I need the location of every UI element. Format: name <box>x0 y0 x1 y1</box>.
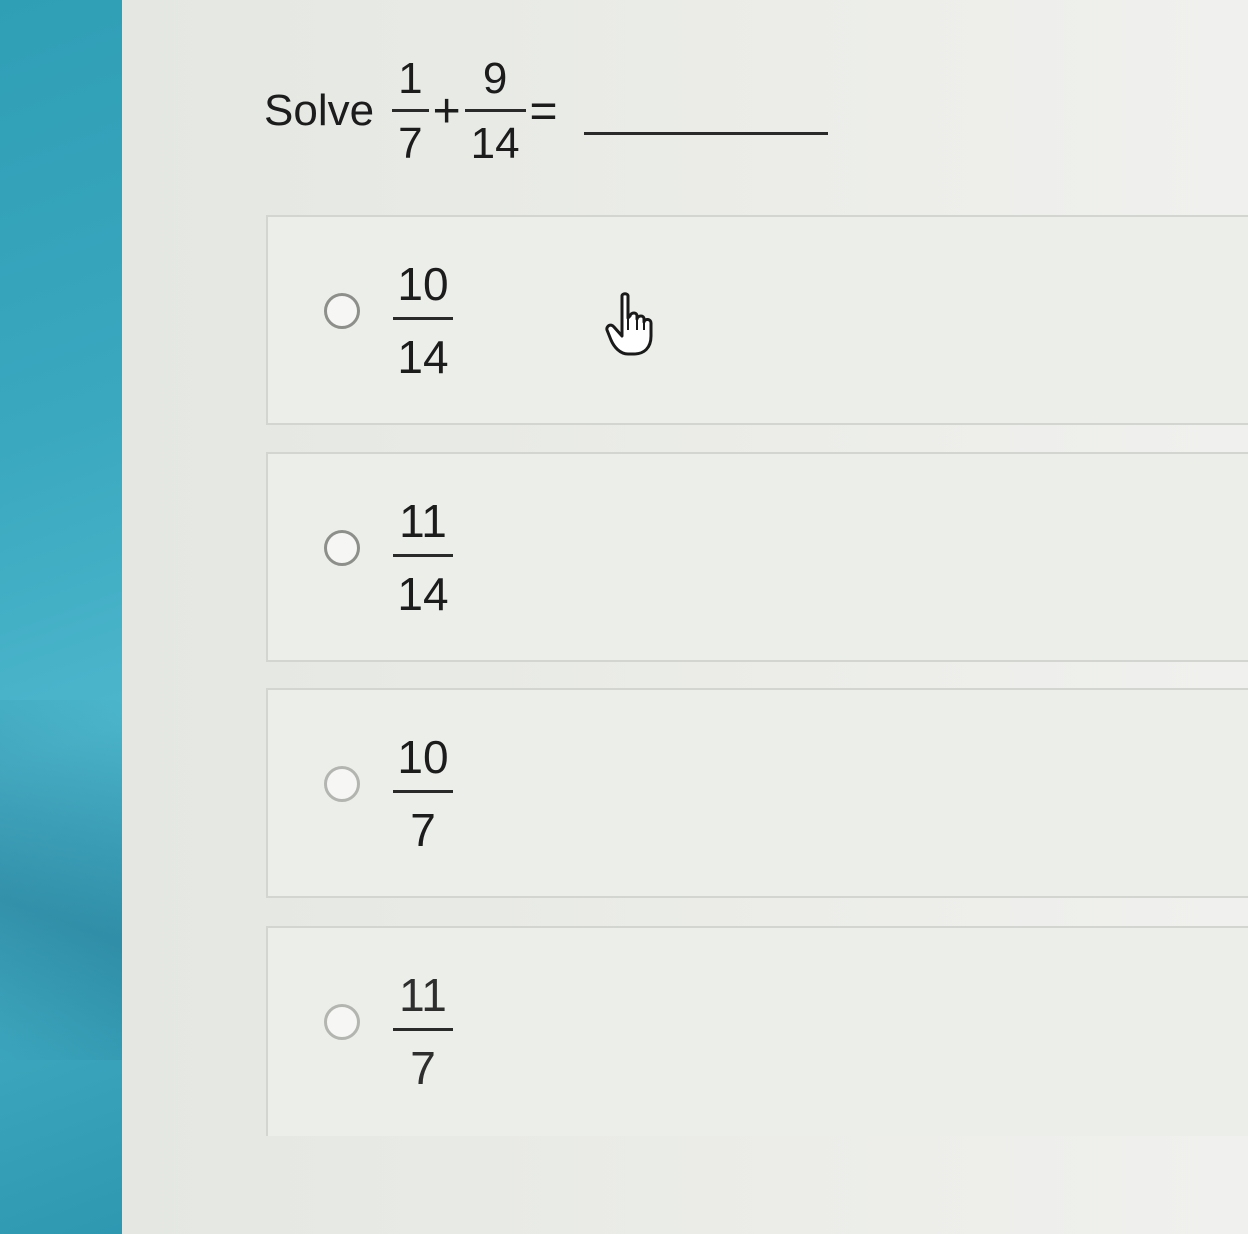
answer-option-3[interactable]: 10 7 <box>266 688 1248 898</box>
answer-option-1[interactable]: 10 14 <box>266 215 1248 425</box>
question-prefix: Solve <box>264 86 375 135</box>
plus-operator: + <box>432 84 461 138</box>
answer-option-4[interactable]: 11 7 <box>266 926 1248 1136</box>
numerator: 9 <box>482 53 508 103</box>
option-fraction: 10 7 <box>388 734 458 853</box>
denominator: 14 <box>397 568 449 620</box>
radio-button[interactable] <box>324 293 360 329</box>
answer-option-2[interactable]: 11 14 <box>266 452 1248 662</box>
numerator: 10 <box>397 731 449 783</box>
numerator: 10 <box>397 258 449 310</box>
denominator: 14 <box>397 331 449 383</box>
denominator: 14 <box>470 118 520 168</box>
left-sidebar-strip <box>0 0 122 1234</box>
denominator: 7 <box>410 804 436 856</box>
question-stem: Solve 1 7 + 9 14 = <box>264 46 828 176</box>
radio-button[interactable] <box>324 1004 360 1040</box>
denominator: 7 <box>410 1042 436 1094</box>
numerator: 1 <box>398 53 423 103</box>
numerator: 11 <box>399 495 447 547</box>
option-fraction: 11 7 <box>388 972 458 1091</box>
option-fraction: 11 14 <box>388 498 458 617</box>
answer-blank <box>583 131 828 135</box>
fraction-term-1: 1 7 <box>392 53 429 168</box>
option-fraction: 10 14 <box>388 261 458 380</box>
numerator: 11 <box>399 969 447 1021</box>
fraction-term-2: 9 14 <box>464 53 526 168</box>
equals-sign: = <box>529 84 558 138</box>
denominator: 7 <box>398 118 423 168</box>
radio-button[interactable] <box>324 530 360 566</box>
radio-button[interactable] <box>324 766 360 802</box>
hand-pointer-icon <box>605 292 653 356</box>
